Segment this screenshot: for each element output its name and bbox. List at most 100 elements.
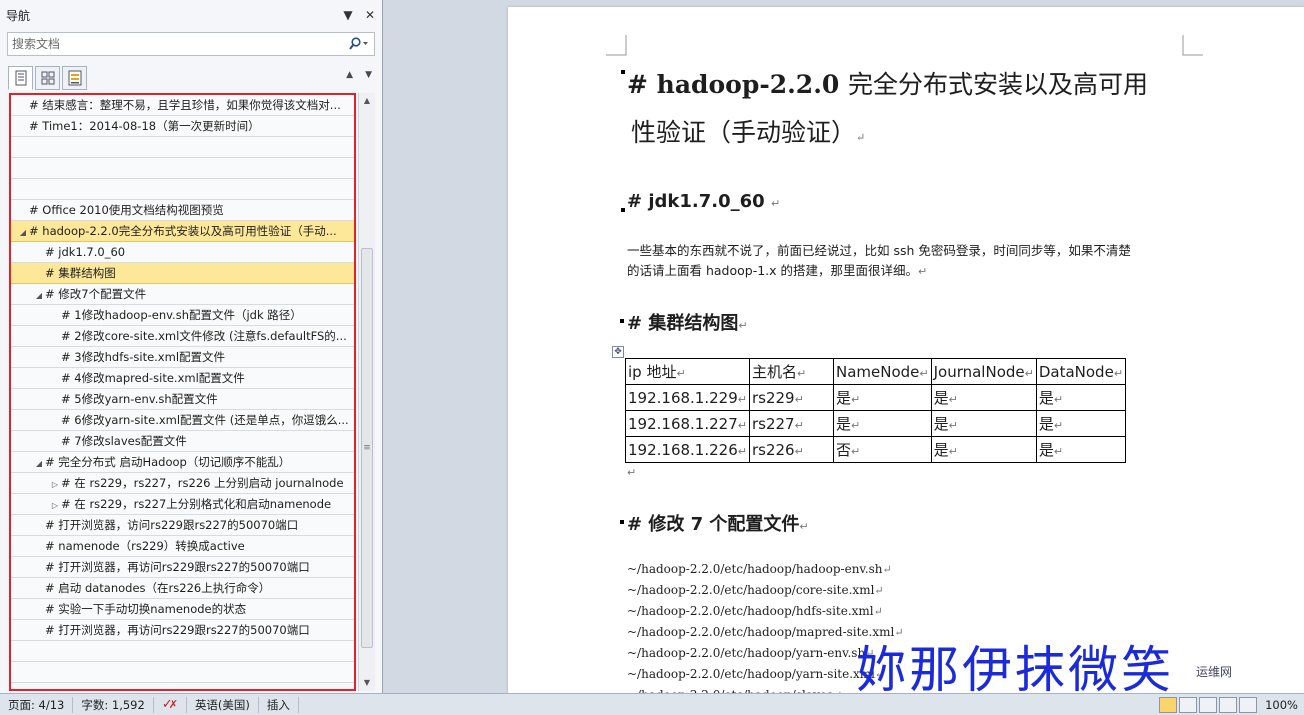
table-cell[interactable]: 是↵ [930,436,1037,463]
table-cell-text: 192.168.1.227 [628,414,738,433]
tree-item[interactable] [11,137,354,158]
tree-item[interactable]: # 结束感言：整理不易，且学且珍惜，如果你觉得该文档对... [11,95,354,116]
table-cell[interactable]: 是↵ [832,410,932,437]
status-word-count[interactable]: 字数: 1,592 [73,696,154,713]
expand-icon[interactable]: ◢ [17,223,29,241]
tree-item[interactable]: # 7修改slaves配置文件 [11,431,354,452]
chevron-down-icon[interactable]: ▼ [339,6,357,24]
table-cell-text: 否 [835,441,851,459]
tree-item[interactable]: # namenode（rs229）转换成active [11,536,354,557]
expand-icon[interactable]: ◢ [33,286,45,304]
search-input[interactable] [8,34,344,54]
next-heading-icon[interactable]: ▼ [365,70,372,80]
web-layout-icon[interactable] [1199,696,1218,713]
table-move-icon[interactable]: ✥ [612,346,624,358]
status-bar: 页面: 4/13 字数: 1,592 ✓ ✗ 英语(美国) 插入 100% [0,693,1304,715]
previous-heading-icon[interactable]: ▲ [346,70,353,80]
status-insert-mode[interactable]: 插入 [259,696,299,713]
table-cell[interactable]: 192.168.1.227↵ [625,410,750,437]
print-layout-icon[interactable] [1159,696,1178,713]
heading-config[interactable]: # 修改 7 个配置文件↵ [627,510,809,536]
results-icon [68,70,81,86]
table-cell[interactable]: 主机名↵ [748,358,834,385]
table-cell-text: 192.168.1.229 [628,388,738,407]
table-cell[interactable]: 是↵ [832,384,932,411]
tab-results[interactable] [62,66,87,90]
tree-item[interactable] [11,179,354,200]
heading-cluster[interactable]: # 集群结构图↵ [627,309,748,335]
table-cell-text: 是 [835,389,851,407]
nav-scrollbar[interactable]: ▲ ≡ ▼ [358,93,375,691]
tree-item[interactable]: # 集群结构图 [11,263,354,284]
tree-item-label: # 完全分布式 启动Hadoop（切记顺序不能乱） [45,455,291,469]
table-cell[interactable]: ip 地址↵ [625,358,750,385]
tree-item[interactable] [11,641,354,662]
tree-item[interactable]: # 5修改yarn-env.sh配置文件 [11,389,354,410]
table-cell[interactable]: rs229↵ [748,384,834,411]
tree-item[interactable]: ▷ # 在 rs229，rs227，rs226 上分别启动 journalnode [11,473,354,494]
tree-item[interactable]: # 实验一下手动切换namenode的状态 [11,599,354,620]
table-cell[interactable]: 是↵ [1035,410,1127,437]
document-page[interactable]: # hadoop-2.2.0 完全分布式安装以及高可用 性验证（手动验证）↵ #… [508,7,1304,693]
tree-item[interactable]: # 4修改mapred-site.xml配置文件 [11,368,354,389]
reading-layout-icon[interactable] [1179,696,1198,713]
table-cell[interactable]: 是↵ [930,410,1037,437]
table-cell[interactable]: NameNode↵ [832,358,932,385]
scroll-up-icon[interactable]: ▲ [359,93,375,109]
table-cell[interactable]: 是↵ [1035,384,1127,411]
tree-item[interactable]: # 启动 datanodes（在rs226上执行命令） [11,578,354,599]
tree-item[interactable]: # 打开浏览器，再访问rs229跟rs227的50070端口 [11,620,354,641]
table-cell-text: 是 [1038,389,1054,407]
scroll-down-icon[interactable]: ▼ [359,675,375,691]
tree-item[interactable]: # Office 2010使用文档结构视图预览 [11,200,354,221]
status-page[interactable]: 页面: 4/13 [0,696,74,713]
table-cell[interactable]: 192.168.1.226↵ [625,436,750,463]
config-path-item[interactable]: ~/hadoop-2.2.0/etc/hadoop/hadoop-env.sh↵ [627,559,904,580]
expand-icon[interactable]: ◢ [33,454,45,472]
close-icon[interactable]: ✕ [361,6,379,24]
tree-item[interactable] [11,662,354,683]
tree-item[interactable]: ◢ # 完全分布式 启动Hadoop（切记顺序不能乱） [11,452,354,473]
tree-item[interactable]: # Time1：2014-08-18（第一次更新时间） [11,116,354,137]
table-cell[interactable]: DataNode↵ [1035,358,1127,385]
table-cell[interactable]: 192.168.1.229↵ [625,384,750,411]
tree-item[interactable]: # 2修改core-site.xml文件修改 (注意fs.defaultFS的.… [11,326,354,347]
zoom-level[interactable]: 100% [1265,698,1298,712]
heading-jdk[interactable]: # jdk1.7.0_60 ↵ [627,191,780,212]
doc-title-line1-cn: 完全分布式安装以及高可用 [848,70,1149,99]
outline-icon[interactable] [1219,696,1238,713]
document-area: # hadoop-2.2.0 完全分布式安装以及高可用 性验证（手动验证）↵ #… [384,0,1304,693]
tree-item[interactable] [11,158,354,179]
config-path-item[interactable]: ~/hadoop-2.2.0/etc/hadoop/core-site.xml↵ [627,580,904,601]
tree-item[interactable]: ▷ # 在 rs229，rs227上分别格式化和启动namenode [11,494,354,515]
expand-icon[interactable]: ▷ [49,496,61,514]
table-cell[interactable]: 是↵ [930,384,1037,411]
proofing-icon[interactable]: ✓ ✗ [154,696,187,713]
table-cell[interactable]: 是↵ [1035,436,1127,463]
status-language[interactable]: 英语(美国) [187,696,259,713]
table-cell[interactable]: JournalNode↵ [930,358,1037,385]
tree-item-label: # jdk1.7.0_60 [45,245,126,259]
table-cell[interactable]: rs226↵ [748,436,834,463]
tree-item[interactable]: ◢ # hadoop-2.2.0完全分布式安装以及高可用性验证（手动... [11,221,354,242]
tree-item[interactable]: # 6修改yarn-site.xml配置文件 (还是单点，你逗饿么... [11,410,354,431]
tree-item[interactable]: # 3修改hdfs-site.xml配置文件 [11,347,354,368]
tree-item[interactable]: # jdk1.7.0_60 [11,242,354,263]
table-cell[interactable]: 否↵ [832,436,932,463]
search-icon[interactable] [344,37,374,51]
doc-title[interactable]: # hadoop-2.2.0 完全分布式安装以及高可用 性验证（手动验证）↵ [627,61,1207,162]
tree-item[interactable]: ◢ # 修改7个配置文件 [11,284,354,305]
table-cell[interactable]: rs227↵ [748,410,834,437]
navigation-pane: 导航 ▼ ✕ ▲ ▼ # 结束感言：整理不易，且学且珍惜，如果你觉得该文档对..… [0,0,383,693]
draft-icon[interactable] [1239,696,1258,713]
tree-item[interactable]: # 打开浏览器，访问rs229跟rs227的50070端口 [11,515,354,536]
intro-line2: 的话请上面看 hadoop-1.x 的搭建，那里面很详细。 [627,263,919,278]
tree-item[interactable]: # 1修改hadoop-env.sh配置文件（jdk 路径） [11,305,354,326]
tab-headings[interactable] [8,66,33,90]
tree-item-label: # 7修改slaves配置文件 [61,434,187,448]
expand-icon[interactable]: ▷ [49,475,61,493]
intro-paragraph[interactable]: 一些基本的东西就不说了，前面已经说过，比如 ssh 免密码登录，时间同步等，如果… [627,241,1227,282]
config-path-item[interactable]: ~/hadoop-2.2.0/etc/hadoop/hdfs-site.xml↵ [627,601,904,622]
tab-pages[interactable] [35,66,60,90]
tree-item[interactable]: # 打开浏览器，再访问rs229跟rs227的50070端口 [11,557,354,578]
